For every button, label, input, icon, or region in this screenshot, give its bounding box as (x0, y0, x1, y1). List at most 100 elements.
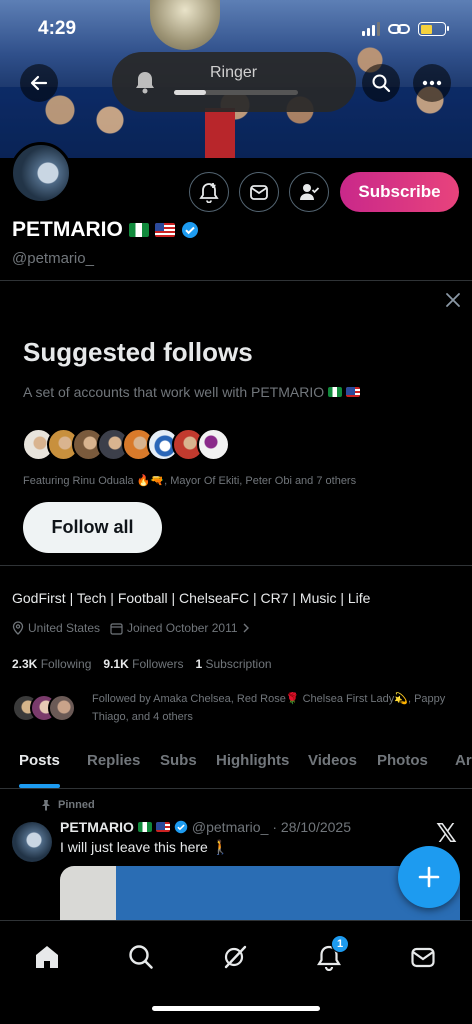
mail-icon (250, 185, 268, 200)
post-header: PETMARIO @petmario_ · 28/10/2025 (60, 819, 351, 835)
subscription-count: 1 (195, 657, 203, 671)
battery-icon (418, 22, 449, 36)
followed-by-avatars (12, 694, 76, 722)
tab-highlights[interactable]: Highlights (216, 740, 289, 788)
compose-post-button[interactable] (398, 846, 460, 908)
nav-notifications[interactable]: 1 (307, 935, 351, 979)
close-icon[interactable] (444, 291, 462, 309)
more-options-button[interactable] (413, 64, 451, 102)
profile-counts: 2.3K Following 9.1K Followers 1 Subscrip… (12, 657, 272, 671)
profile-name-row: PETMARIO (12, 218, 199, 242)
post-author-avatar[interactable] (12, 822, 52, 862)
search-icon (372, 74, 391, 93)
featuring-text: Featuring Rinu Oduala 🔥🔫, Mayor Of Ekiti… (23, 475, 357, 487)
tab-posts[interactable]: Posts (19, 740, 60, 788)
verified-badge-icon (174, 820, 188, 834)
notification-badge: 1 (331, 935, 349, 953)
nav-messages[interactable] (401, 935, 445, 979)
usa-flag-icon (154, 223, 175, 237)
followed-by-text: Followed by Amaka Chelsea, Red Rose🌹 Che… (92, 693, 446, 723)
following-button[interactable] (289, 172, 329, 212)
joined-item[interactable]: Joined October 2011 (110, 621, 250, 635)
suggested-follows-description: A set of accounts that work well with PE… (23, 384, 325, 400)
plus-icon (418, 866, 440, 888)
person-check-icon (300, 184, 320, 200)
nigeria-flag-icon (128, 223, 149, 237)
tab-ar[interactable]: Ar (455, 740, 472, 788)
profile-tabs: Posts Replies Subs Highlights Videos Photos Ar (0, 740, 472, 788)
profile-name: PETMARIO (12, 218, 123, 241)
status-icons (362, 22, 449, 36)
nav-home[interactable] (25, 935, 69, 979)
pinned-indicator: Pinned (40, 799, 95, 811)
search-icon (129, 945, 153, 969)
ringer-volume-fill (174, 90, 207, 95)
search-button[interactable] (362, 64, 400, 102)
pinned-label: Pinned (58, 799, 95, 811)
bell-plus-icon (199, 183, 219, 203)
verified-badge-icon (181, 222, 198, 238)
status-bar: 4:29 (0, 14, 472, 44)
notify-button[interactable] (189, 172, 229, 212)
back-button[interactable] (20, 64, 58, 102)
suggested-avatar[interactable] (197, 428, 230, 461)
subscriptions-count-link[interactable]: 1 Subscription (195, 657, 271, 671)
suggested-follows-description-row: A set of accounts that work well with PE… (23, 384, 361, 400)
suggested-avatars[interactable] (22, 428, 230, 462)
ringer-label: Ringer (210, 64, 258, 81)
chevron-right-icon (243, 623, 249, 633)
pin-icon (42, 800, 50, 811)
ringer-volume-track (174, 90, 298, 95)
profile-avatar[interactable] (10, 142, 72, 204)
nav-grok[interactable] (213, 935, 257, 979)
subscribe-button[interactable]: Subscribe (340, 172, 459, 212)
avatar (48, 694, 76, 722)
signal-icon (362, 22, 380, 36)
more-dots-icon (422, 80, 442, 86)
followers-label: Followers (132, 657, 184, 671)
following-count: 2.3K (12, 657, 38, 671)
x-logo-icon: 𝕏 (436, 818, 457, 848)
home-icon (36, 946, 58, 968)
post-author-handle: @petmario_ (191, 819, 269, 835)
message-button[interactable] (239, 172, 279, 212)
tab-subs[interactable]: Subs (160, 740, 197, 788)
nigeria-flag-icon (328, 387, 343, 397)
bell-icon (136, 72, 154, 94)
tab-videos[interactable]: Videos (308, 740, 357, 788)
nigeria-flag-icon (137, 822, 152, 832)
messages-icon (411, 947, 435, 968)
suggested-follows-card: Suggested follows A set of accounts that… (0, 281, 472, 565)
banner-figure-image (205, 108, 235, 158)
subscription-label: Subscription (205, 657, 272, 671)
divider (0, 565, 472, 566)
following-count-link[interactable]: 2.3K Following (12, 657, 91, 671)
location-pin-icon (12, 621, 24, 635)
profile-meta: United States Joined October 2011 (12, 621, 250, 635)
usa-flag-icon (155, 822, 170, 832)
nav-search[interactable] (119, 935, 163, 979)
post-date: · 28/10/2025 (272, 819, 351, 835)
grok-icon (224, 945, 247, 969)
location-item: United States (12, 621, 100, 635)
tab-photos[interactable]: Photos (377, 740, 428, 788)
followers-count: 9.1K (103, 657, 129, 671)
profile-joined: Joined October 2011 (127, 621, 238, 635)
followers-count-link[interactable]: 9.1K Followers (103, 657, 183, 671)
post-author-name[interactable]: PETMARIO (60, 819, 134, 835)
post-text: I will just leave this here 🚶 (60, 839, 230, 855)
suggested-follows-title: Suggested follows (23, 337, 253, 367)
home-indicator (152, 1006, 320, 1011)
follow-all-button[interactable]: Follow all (23, 502, 162, 553)
profile-handle: @petmario_ (12, 250, 94, 267)
ringer-volume-hud: Ringer (112, 52, 356, 112)
back-arrow-icon (30, 75, 48, 91)
divider (0, 788, 472, 789)
following-label: Following (40, 657, 92, 671)
profile-bio: GodFirst | Tech | Football | ChelseaFC |… (12, 590, 371, 606)
profile-location: United States (28, 621, 101, 635)
tab-replies[interactable]: Replies (87, 740, 140, 788)
link-icon (388, 24, 410, 34)
calendar-icon (110, 622, 123, 635)
status-time: 4:29 (38, 18, 77, 39)
